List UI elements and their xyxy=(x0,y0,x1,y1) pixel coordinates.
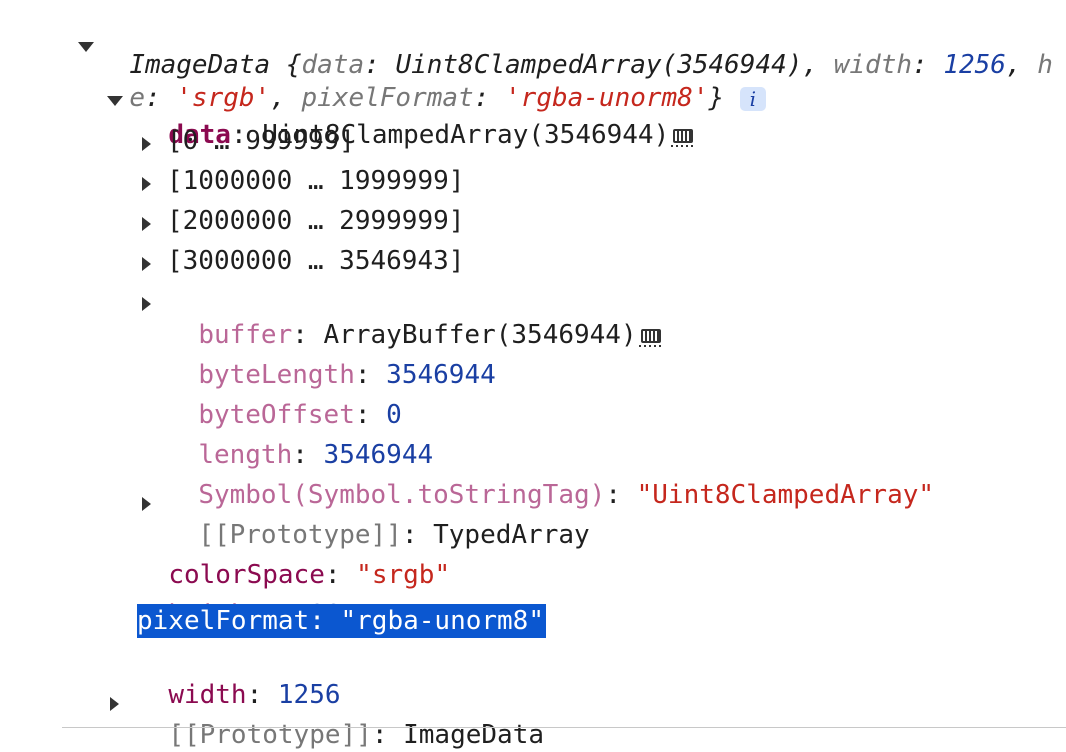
expand-buffer-arrow-icon[interactable] xyxy=(142,297,151,311)
data-prototype-row[interactable]: [[Prototype]]: TypedArray xyxy=(167,484,589,550)
expand-range-arrow-icon[interactable] xyxy=(142,257,151,271)
pixelformat-row-selected[interactable]: pixelFormat: "rgba-unorm8" xyxy=(137,604,546,638)
summary-value-width: 1256 xyxy=(943,50,1006,80)
range-row-0[interactable]: [0 … 999999] xyxy=(167,124,355,158)
expand-range-arrow-icon[interactable] xyxy=(142,137,151,151)
range-row-1[interactable]: [1000000 … 1999999] xyxy=(167,164,464,198)
info-icon[interactable]: i xyxy=(739,86,766,111)
memory-inspector-icon[interactable] xyxy=(671,128,696,147)
data-node[interactable]: data: Uint8ClampedArray(3546944) xyxy=(137,84,696,150)
summary-truncated: h xyxy=(1037,50,1053,80)
buffer-row[interactable]: buffer: ArrayBuffer(3546944) xyxy=(167,284,663,350)
expand-summary-arrow-icon[interactable] xyxy=(78,42,94,52)
memory-inspector-icon[interactable] xyxy=(638,328,663,347)
height-row: height: 706 xyxy=(137,564,340,630)
summary-line-2: e: 'srgb', pixelFormat: 'rgba-unorm8'} i xyxy=(98,47,766,113)
console-divider xyxy=(62,727,1066,728)
expand-root-prototype-arrow-icon[interactable] xyxy=(110,697,119,711)
bytelength-row: byteLength: 3546944 xyxy=(198,360,496,390)
expand-data-arrow-icon[interactable] xyxy=(107,96,123,106)
root-prototype-row[interactable]: [[Prototype]]: ImageData xyxy=(137,684,544,750)
summary-key-width: width xyxy=(833,50,913,80)
summary-line-1[interactable]: ImageData {data: Uint8ClampedArray(35469… xyxy=(98,14,1053,80)
range-row-2[interactable]: [2000000 … 2999999] xyxy=(167,204,464,238)
symbol-tostringtag-row: Symbol(Symbol.toStringTag): "Uint8Clampe… xyxy=(198,480,935,510)
byteoffset-row: byteOffset: 0 xyxy=(198,400,402,430)
colorspace-row: colorSpace: "srgb" xyxy=(168,560,451,590)
expand-range-arrow-icon[interactable] xyxy=(142,217,151,231)
width-row: width: 1256 xyxy=(168,680,341,710)
expand-range-arrow-icon[interactable] xyxy=(142,177,151,191)
range-row-3[interactable]: [3000000 … 3546943] xyxy=(167,244,464,278)
expand-prototype-arrow-icon[interactable] xyxy=(142,497,151,511)
length-row: length: 3546944 xyxy=(198,440,434,470)
